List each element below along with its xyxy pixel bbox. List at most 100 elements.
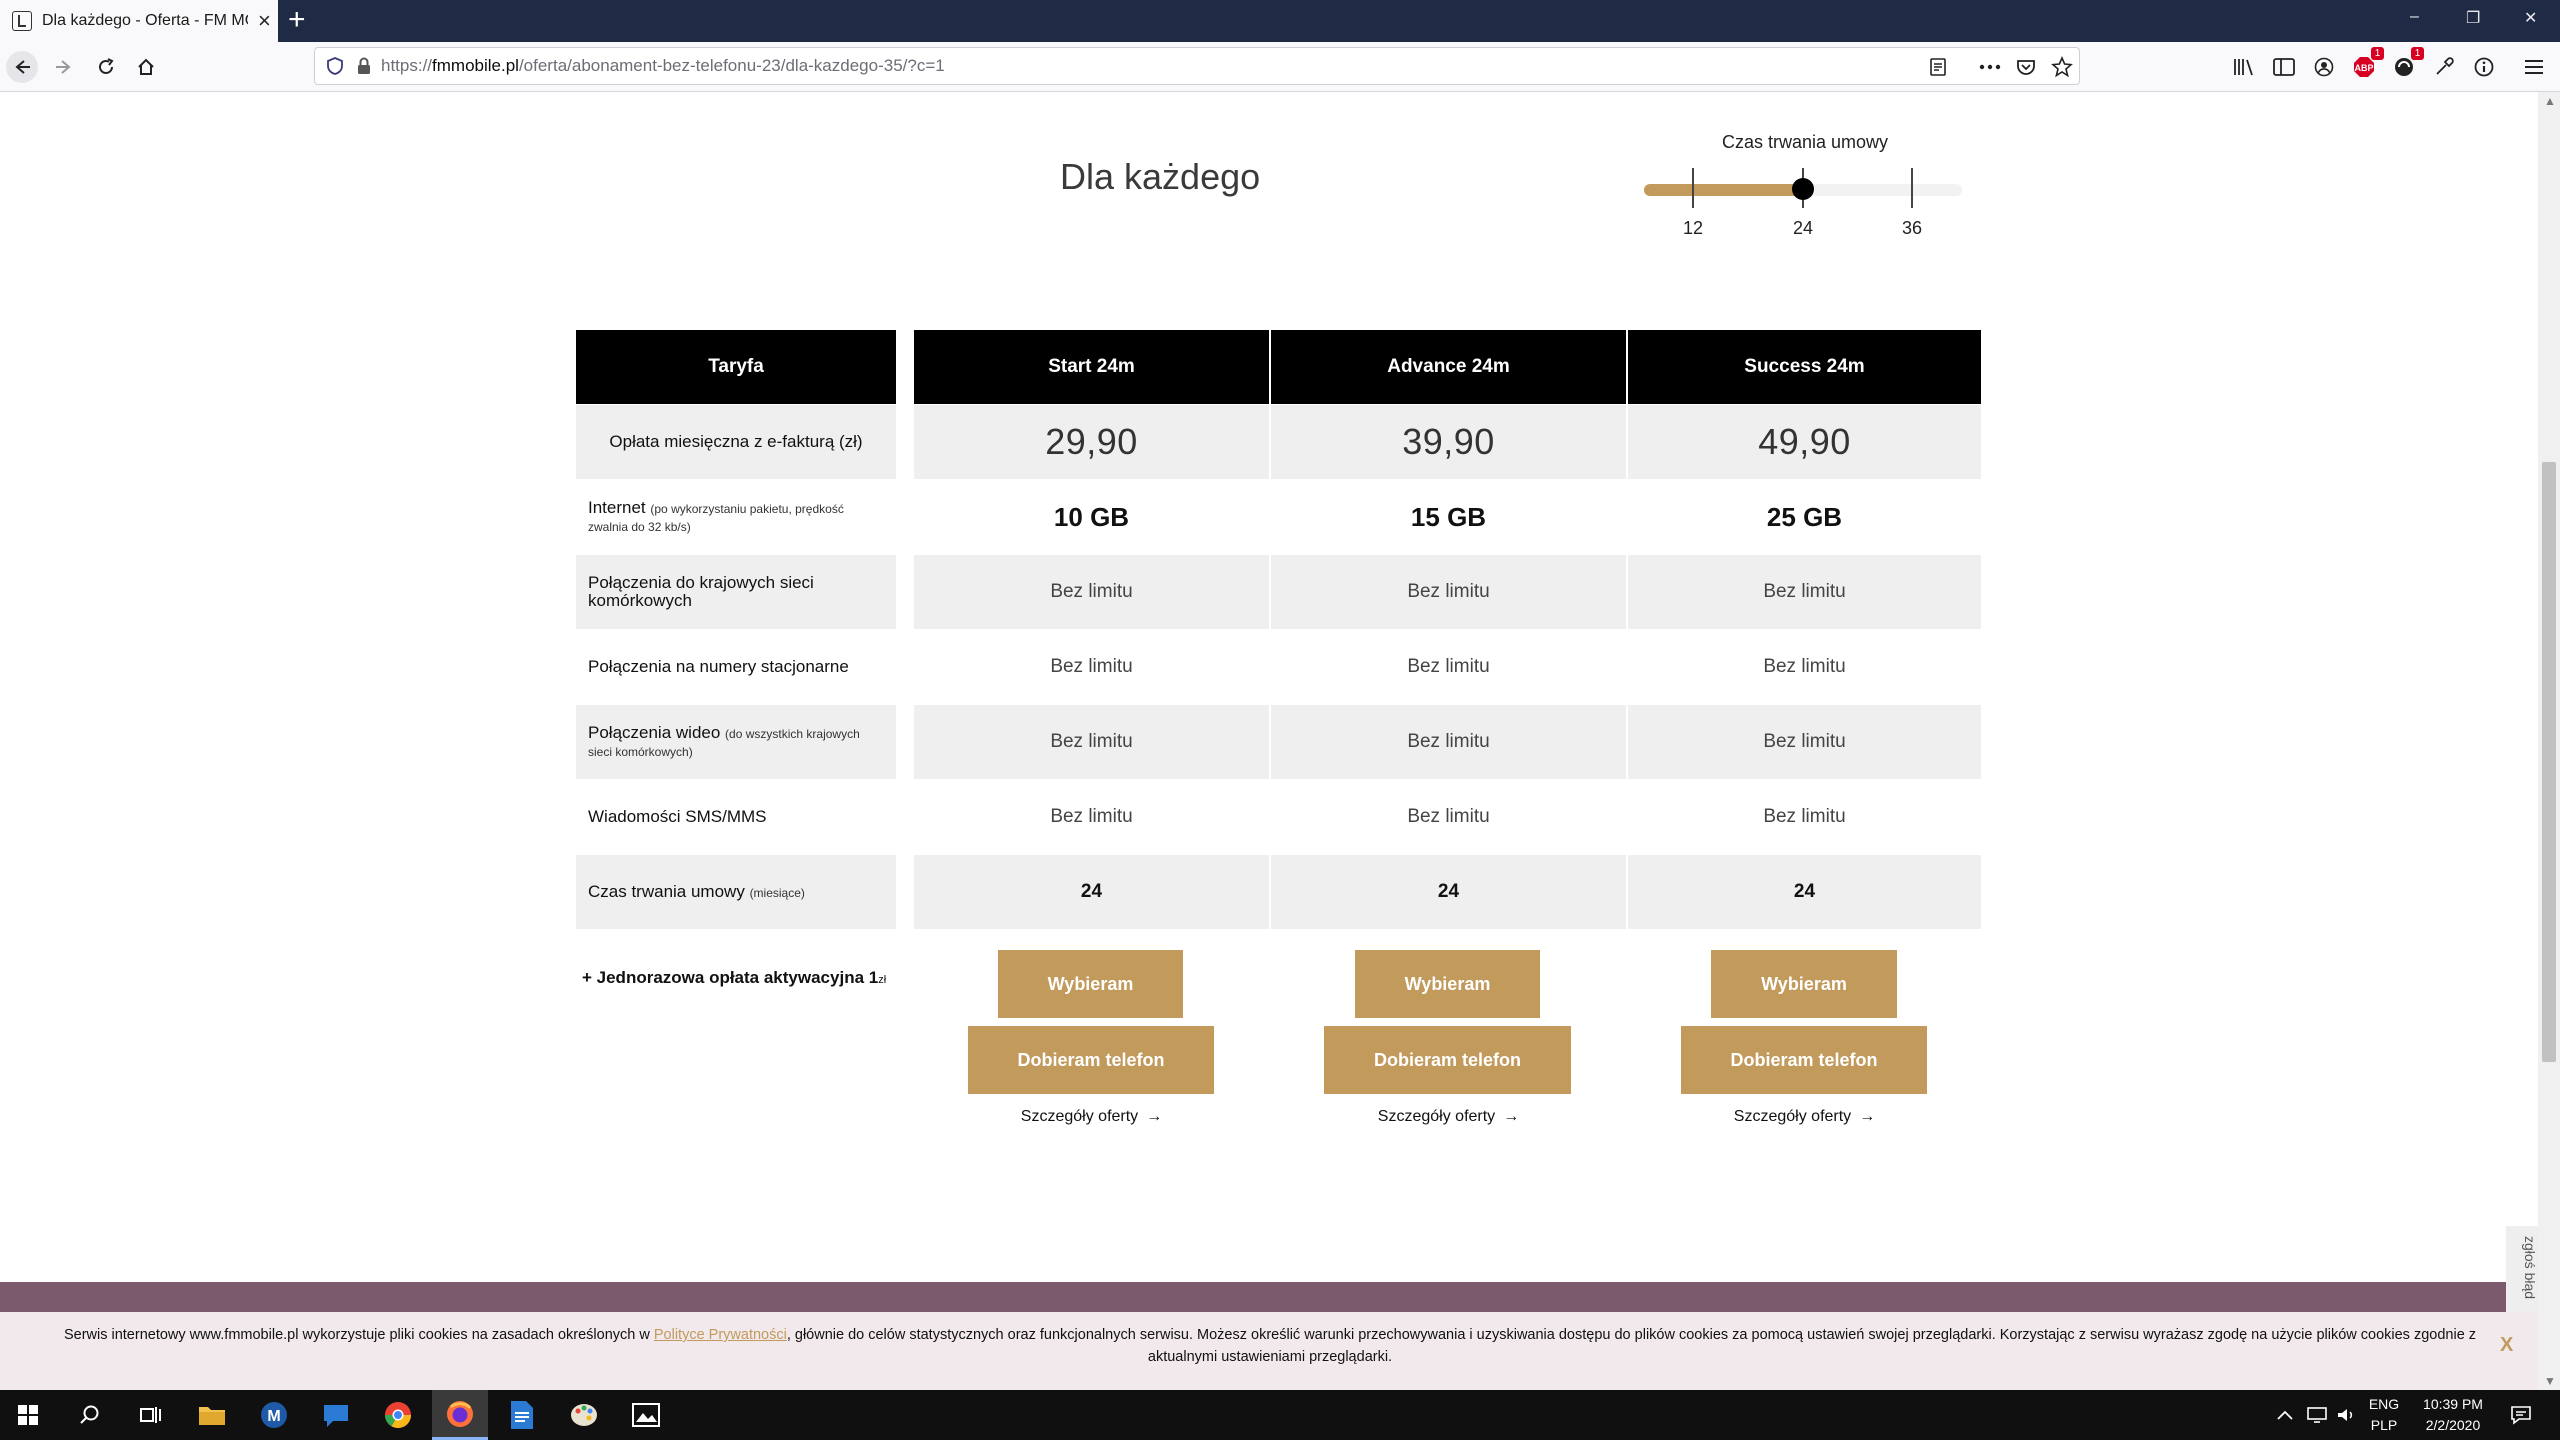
lock-icon[interactable]	[357, 57, 371, 75]
duration-option-24[interactable]: 24	[1793, 218, 1813, 239]
extension-badge: 1	[2411, 47, 2424, 60]
cookie-close-button[interactable]: X	[2500, 1334, 2513, 1357]
plan-name-advance: Advance 24m	[1271, 330, 1626, 404]
forward-button[interactable]	[48, 51, 80, 83]
tracking-shield-icon[interactable]	[327, 57, 343, 75]
details-link-success[interactable]: Szczegóły oferty →	[1628, 1102, 1981, 1132]
arrow-right-icon: →	[1146, 1108, 1163, 1125]
volume-icon[interactable]	[2336, 1390, 2358, 1440]
duration-advance: 24	[1271, 855, 1626, 929]
choose-button-success[interactable]: Wybieram	[1711, 950, 1897, 1018]
browser-tab-active[interactable]: Dla każdego - Oferta - FM MOBILE ×	[0, 0, 278, 42]
duration-tick-36[interactable]	[1911, 168, 1913, 208]
page-content: Dla każdego Czas trwania umowy 12 24 36 …	[0, 92, 2538, 1390]
back-button[interactable]	[6, 51, 38, 83]
landline-calls-success: Bez limitu	[1763, 656, 1846, 677]
details-link-advance[interactable]: Szczegóły oferty →	[1271, 1102, 1626, 1132]
bookmark-star-icon[interactable]	[2048, 53, 2076, 81]
tab-close-icon[interactable]: ×	[258, 10, 271, 32]
phone-button-advance[interactable]: Dobieram telefon	[1324, 1026, 1571, 1094]
page-scrollbar[interactable]: ▲ ▼	[2538, 92, 2560, 1390]
reader-view-icon[interactable]	[1924, 53, 1952, 81]
scroll-up-icon[interactable]: ▲	[2544, 94, 2556, 108]
hamburger-menu-icon[interactable]	[2520, 53, 2548, 81]
scrollbar-thumb[interactable]	[2542, 462, 2556, 1062]
search-button[interactable]	[62, 1390, 118, 1440]
task-view-button[interactable]	[122, 1390, 178, 1440]
pocket-icon[interactable]	[2012, 53, 2040, 81]
activation-fee-text: + Jednorazowa opłata aktywacyjna 1	[582, 968, 879, 987]
privacy-policy-link[interactable]: Polityce Prywatności	[654, 1327, 787, 1343]
home-button[interactable]	[130, 51, 162, 83]
url-scheme: https://	[381, 56, 433, 75]
network-icon[interactable]	[2306, 1390, 2328, 1440]
close-window-button[interactable]: ✕	[2524, 8, 2537, 28]
mobile-calls-advance: Bez limitu	[1271, 555, 1626, 629]
mobile-calls-start: Bez limitu	[914, 555, 1269, 629]
duration-option-12[interactable]: 12	[1683, 218, 1703, 239]
taskbar-firefox[interactable]	[432, 1390, 488, 1440]
cookie-text-before: Serwis internetowy www.fmmobile.pl wykor…	[63, 1327, 654, 1343]
taskbar-docs[interactable]	[494, 1390, 550, 1440]
duration-slider-knob[interactable]	[1791, 178, 1814, 200]
choose-button-start[interactable]: Wybieram	[998, 950, 1183, 1018]
svg-text:M: M	[267, 1408, 280, 1425]
adblock-badge: 1	[2371, 47, 2384, 60]
taskbar-photos[interactable]	[618, 1390, 674, 1440]
video-label: Połączenia wideo	[588, 723, 721, 743]
address-bar[interactable]: https://fmmobile.pl/oferta/abonament-bez…	[314, 47, 2080, 85]
landline-calls-start: Bez limitu	[1050, 656, 1133, 677]
restore-button[interactable]: ❐	[2466, 8, 2480, 28]
phone-button-success[interactable]: Dobieram telefon	[1681, 1026, 1927, 1094]
url-text[interactable]: https://fmmobile.pl/oferta/abonament-bez…	[381, 56, 945, 76]
taskbar-app-m[interactable]: M	[246, 1390, 302, 1440]
url-host: fmmobile.pl	[432, 56, 519, 75]
offer-title: Dla każdego	[1060, 156, 1261, 197]
action-center-icon[interactable]	[2510, 1390, 2532, 1440]
start-button[interactable]	[0, 1390, 56, 1440]
mobile-calls-success: Bez limitu	[1628, 555, 1981, 629]
sms-start: Bez limitu	[1050, 806, 1133, 827]
tab-title: Dla każdego - Oferta - FM MOBILE	[42, 12, 248, 29]
video-calls-success: Bez limitu	[1628, 705, 1981, 779]
input-language[interactable]: ENG PLP	[2360, 1394, 2408, 1436]
landline-calls-advance: Bez limitu	[1407, 656, 1490, 677]
browser-toolbar: https://fmmobile.pl/oferta/abonament-bez…	[0, 42, 2560, 92]
duration-option-36[interactable]: 36	[1902, 218, 1922, 239]
page-actions-icon[interactable]	[1976, 53, 2004, 81]
reload-button[interactable]	[90, 51, 122, 83]
info-icon[interactable]	[2470, 53, 2498, 81]
minimize-button[interactable]: –	[2410, 8, 2419, 26]
duration-tick-12[interactable]	[1692, 168, 1694, 208]
arrow-right-icon: →	[1503, 1108, 1520, 1125]
firefox-icon	[447, 1400, 473, 1427]
sidebar-icon[interactable]	[2270, 53, 2298, 81]
scroll-down-icon[interactable]: ▼	[2544, 1374, 2556, 1388]
details-label: Szczegóły oferty	[1020, 1108, 1139, 1125]
report-error-label: zgłoś błąd	[2522, 1236, 2538, 1300]
folder-icon	[199, 1407, 225, 1425]
video-calls-start: Bez limitu	[914, 705, 1269, 779]
taskbar-file-explorer[interactable]	[184, 1390, 240, 1440]
duration-row-note: (miesiące)	[749, 886, 805, 901]
account-icon[interactable]	[2310, 53, 2338, 81]
choose-button-advance[interactable]: Wybieram	[1355, 950, 1540, 1018]
tray-chevron-icon[interactable]	[2276, 1390, 2294, 1440]
internet-success: 25 GB	[1766, 501, 1843, 532]
cookie-text-after: , głównie do celów statystycznych oraz f…	[786, 1327, 2477, 1365]
phone-button-start[interactable]: Dobieram telefon	[968, 1026, 1214, 1094]
sms-success: Bez limitu	[1763, 806, 1846, 827]
extension-icon[interactable]: 1	[2390, 47, 2424, 81]
system-clock[interactable]: 10:39 PM 2/2/2020	[2408, 1394, 2498, 1436]
adblock-extension-icon[interactable]: ABP 1	[2350, 47, 2384, 81]
new-tab-button[interactable]: +	[288, 5, 306, 35]
library-icon[interactable]	[2230, 53, 2258, 81]
taskbar-paint[interactable]	[556, 1390, 612, 1440]
taskbar-chat-app[interactable]	[308, 1390, 364, 1440]
taskbar-chrome[interactable]	[370, 1390, 426, 1440]
details-label: Szczegóły oferty	[1733, 1108, 1852, 1125]
site-favicon-icon	[12, 11, 32, 31]
details-link-start[interactable]: Szczegóły oferty →	[914, 1102, 1269, 1132]
eyedropper-icon[interactable]	[2430, 53, 2458, 81]
row-label-landline-calls: Połączenia na numery stacjonarne	[588, 657, 849, 677]
